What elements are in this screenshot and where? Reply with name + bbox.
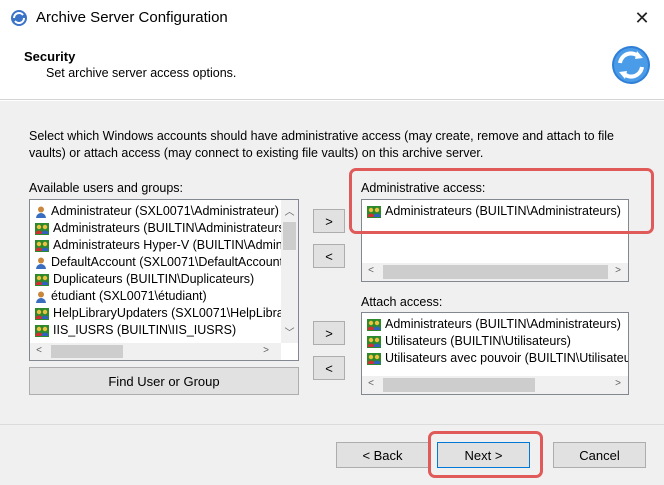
- back-button[interactable]: < Back: [336, 442, 429, 468]
- user-icon: [34, 290, 51, 304]
- user-icon: [34, 205, 51, 219]
- available-listbox[interactable]: Administrateur (SXL0071\Administrateur) A…: [29, 199, 299, 361]
- list-item-label: Administrateurs (BUILTIN\Administrateurs…: [385, 317, 621, 331]
- group-icon: [34, 273, 53, 287]
- scroll-right-icon[interactable]: >: [612, 265, 624, 276]
- list-item-label: DefaultAccount (SXL0071\DefaultAccount): [51, 255, 281, 269]
- scroll-right-icon[interactable]: >: [260, 345, 272, 356]
- list-item-label: Administrateurs (BUILTIN\Administrateurs…: [53, 221, 281, 235]
- intro-text: Select which Windows accounts should hav…: [29, 129, 614, 160]
- page-title: Security: [24, 49, 76, 64]
- available-list-item[interactable]: HelpLibraryUpdaters (SXL0071\HelpLibrary…: [30, 305, 281, 322]
- user-icon: [34, 256, 51, 270]
- available-list-item[interactable]: étudiant (SXL0071\étudiant): [30, 288, 281, 305]
- admin-hscroll[interactable]: < >: [362, 263, 628, 281]
- available-list-item[interactable]: Administrateurs (BUILTIN\Administrateurs…: [30, 220, 281, 237]
- scroll-thumb[interactable]: [283, 222, 296, 250]
- page-subtitle: Set archive server access options.: [46, 66, 237, 80]
- available-list: Administrateur (SXL0071\Administrateur) A…: [30, 203, 281, 343]
- app-icon: [10, 9, 28, 27]
- attach-list-item[interactable]: Administrateurs (BUILTIN\Administrateurs…: [362, 316, 628, 333]
- group-icon: [366, 335, 385, 349]
- available-list-item[interactable]: Administrateurs Hyper-V (BUILTIN\Adminis…: [30, 237, 281, 254]
- available-list-item[interactable]: Duplicateurs (BUILTIN\Duplicateurs): [30, 271, 281, 288]
- group-icon: [34, 324, 53, 338]
- scroll-thumb[interactable]: [383, 265, 608, 279]
- group-icon: [366, 318, 385, 332]
- group-icon: [366, 352, 385, 366]
- scroll-thumb[interactable]: [383, 378, 535, 392]
- admin-highlight: [349, 168, 654, 234]
- list-item-label: Administrateurs Hyper-V (BUILTIN\Adminis…: [53, 238, 281, 252]
- list-item-label: HelpLibraryUpdaters (SXL0071\HelpLibrary…: [53, 306, 281, 320]
- list-item-label: Duplicateurs (BUILTIN\Duplicateurs): [53, 272, 255, 286]
- available-vscroll[interactable]: ︿ ﹀: [281, 200, 298, 343]
- attach-hscroll[interactable]: < >: [362, 376, 628, 394]
- available-hscroll[interactable]: < >: [30, 343, 281, 360]
- close-icon[interactable]: ✕: [630, 6, 654, 30]
- sync-icon: [610, 44, 652, 86]
- group-icon: [34, 307, 53, 321]
- attach-access-listbox[interactable]: Administrateurs (BUILTIN\Administrateurs…: [361, 312, 629, 395]
- add-attach-button[interactable]: >: [313, 321, 345, 345]
- scroll-thumb[interactable]: [51, 345, 123, 358]
- scroll-down-icon[interactable]: ﹀: [281, 324, 298, 339]
- attach-list: Administrateurs (BUILTIN\Administrateurs…: [362, 316, 628, 374]
- attach-access-label: Attach access:: [361, 295, 443, 309]
- remove-attach-button[interactable]: <: [313, 356, 345, 380]
- list-item-label: Utilisateurs avec pouvoir (BUILTIN\Utili…: [385, 351, 628, 365]
- list-item-label: IIS_IUSRS (BUILTIN\IIS_IUSRS): [53, 323, 237, 337]
- group-icon: [34, 222, 53, 236]
- scroll-right-icon[interactable]: >: [612, 378, 624, 389]
- list-item-label: étudiant (SXL0071\étudiant): [51, 289, 207, 303]
- window-title: Archive Server Configuration: [36, 9, 228, 26]
- scroll-left-icon[interactable]: <: [33, 345, 45, 356]
- available-list-item[interactable]: DefaultAccount (SXL0071\DefaultAccount): [30, 254, 281, 271]
- next-highlight: [428, 431, 543, 478]
- group-icon: [34, 239, 53, 253]
- attach-list-item[interactable]: Utilisateurs avec pouvoir (BUILTIN\Utili…: [362, 350, 628, 367]
- available-label: Available users and groups:: [29, 181, 184, 195]
- add-admin-button[interactable]: >: [313, 209, 345, 233]
- cancel-button[interactable]: Cancel: [553, 442, 646, 468]
- available-list-item[interactable]: IIS_IUSRS (BUILTIN\IIS_IUSRS): [30, 322, 281, 339]
- scroll-left-icon[interactable]: <: [365, 265, 377, 276]
- scroll-left-icon[interactable]: <: [365, 378, 377, 389]
- list-item-label: Utilisateurs (BUILTIN\Utilisateurs): [385, 334, 571, 348]
- available-list-item[interactable]: Administrateur (SXL0071\Administrateur): [30, 203, 281, 220]
- remove-admin-button[interactable]: <: [313, 244, 345, 268]
- find-user-button[interactable]: Find User or Group: [29, 367, 299, 395]
- scroll-up-icon[interactable]: ︿: [281, 203, 298, 218]
- list-item-label: Administrateur (SXL0071\Administrateur): [51, 204, 279, 218]
- attach-list-item[interactable]: Utilisateurs (BUILTIN\Utilisateurs): [362, 333, 628, 350]
